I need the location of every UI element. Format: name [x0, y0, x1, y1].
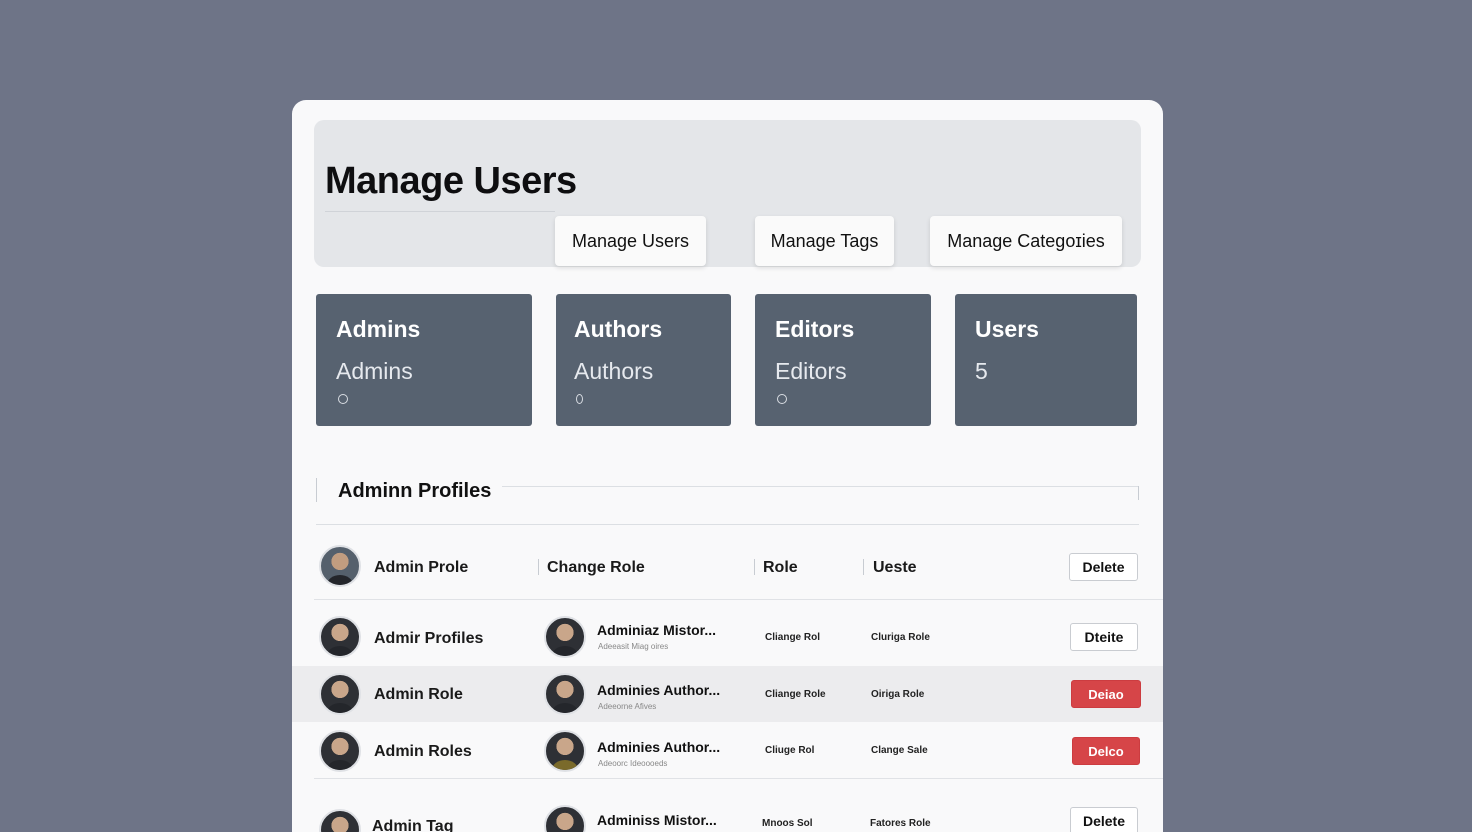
table-row[interactable]: Admin Roles Adminies Author... Adeoorc I… [292, 723, 1163, 779]
card-value: Editors [775, 358, 847, 384]
users-card[interactable]: Users 5 [955, 294, 1137, 426]
title-divider [325, 211, 555, 212]
column-header: Ueste [873, 559, 917, 576]
table-header-row: Admin Prole Change Role Role Ueste Delet… [292, 538, 1163, 600]
card-value: Authors [574, 358, 654, 384]
avatar [319, 673, 361, 715]
table-row[interactable]: Admin Tag Adminiss Mistor... Mnoos Sol F… [292, 793, 1163, 832]
admins-card[interactable]: Admins Admins [316, 294, 532, 426]
avatar [319, 545, 361, 587]
author-name: Adminies Author... [597, 739, 721, 755]
section-divider [502, 486, 1139, 487]
delete-button[interactable]: Deiao [1071, 680, 1141, 708]
delete-button[interactable]: Dteite [1070, 623, 1138, 651]
row-name: Admin Prole [374, 559, 469, 576]
table-row[interactable]: Admin Role Adminies Author... Adeeorne A… [292, 666, 1163, 722]
editors-card[interactable]: Editors Editors [755, 294, 931, 426]
column-divider [538, 559, 539, 575]
avatar [544, 805, 586, 832]
author-name: Adminies Author... [597, 682, 721, 698]
circle-icon [338, 394, 348, 404]
section-title: Adminn Profiles [338, 480, 492, 502]
row-name: Admir Profiles [374, 630, 484, 647]
delete-button[interactable]: Delete [1070, 807, 1138, 832]
header: Manage Users Manage Users Manage Tags Ma… [314, 120, 1141, 267]
column-divider [754, 559, 755, 575]
author-name: Adminiaz Mistor... [597, 622, 717, 638]
role-cell: Mnoos Sol [762, 818, 813, 829]
row-name: Admin Tag [372, 818, 454, 832]
row-name: Admin Roles [374, 743, 472, 760]
card-value: 5 [975, 358, 988, 384]
role-cell: Clange Sale [871, 745, 928, 756]
manage-users-panel: Manage Users Manage Users Manage Tags Ma… [292, 100, 1163, 832]
authors-card[interactable]: Authors Authors [556, 294, 731, 426]
manage-users-button[interactable]: Manage Users [555, 216, 706, 266]
row-name: Admin Role [374, 686, 463, 703]
circle-icon [576, 394, 583, 404]
author-subtext: Adeoorc Ideoooeds [598, 759, 668, 768]
avatar [544, 616, 586, 658]
avatar [319, 809, 361, 832]
column-header: Change Role [547, 559, 645, 576]
author-subtext: Adeeasit Miag oires [598, 642, 669, 651]
section-marker [316, 478, 317, 502]
avatar [544, 730, 586, 772]
role-cell: Cliange Role [765, 689, 826, 700]
role-cell: Cliange Rol [765, 632, 821, 643]
delete-button[interactable]: Delete [1069, 553, 1138, 581]
circle-icon [777, 394, 787, 404]
delete-button[interactable]: Delco [1072, 737, 1140, 765]
row-divider [314, 599, 1163, 600]
manage-categories-button[interactable]: Manage Categoɪies [930, 216, 1122, 266]
section-divider [316, 524, 1139, 525]
row-divider [314, 778, 1163, 779]
section-marker [1138, 486, 1139, 500]
card-title: Authors [574, 316, 663, 342]
card-title: Users [975, 316, 1039, 342]
avatar [544, 673, 586, 715]
role-cell: Cliuge Rol [765, 745, 815, 756]
page-title: Manage Users [325, 160, 577, 202]
author-subtext: Adeeorne Afives [598, 702, 657, 711]
card-title: Admins [336, 316, 421, 342]
table-row[interactable]: Admir Profiles Adminiaz Mistor... Adeeas… [292, 609, 1163, 665]
avatar [319, 730, 361, 772]
author-name: Adminiss Mistor... [597, 812, 717, 828]
column-divider [863, 559, 864, 575]
avatar [319, 616, 361, 658]
role-cell: Cluriga Role [871, 632, 930, 643]
card-title: Editors [775, 316, 855, 342]
column-header: Role [763, 559, 798, 576]
card-value: Admins [336, 358, 413, 384]
role-cell: Oiriga Role [871, 689, 925, 700]
manage-tags-button[interactable]: Manage Tags [755, 216, 894, 266]
role-cell: Fatores Role [870, 818, 931, 829]
